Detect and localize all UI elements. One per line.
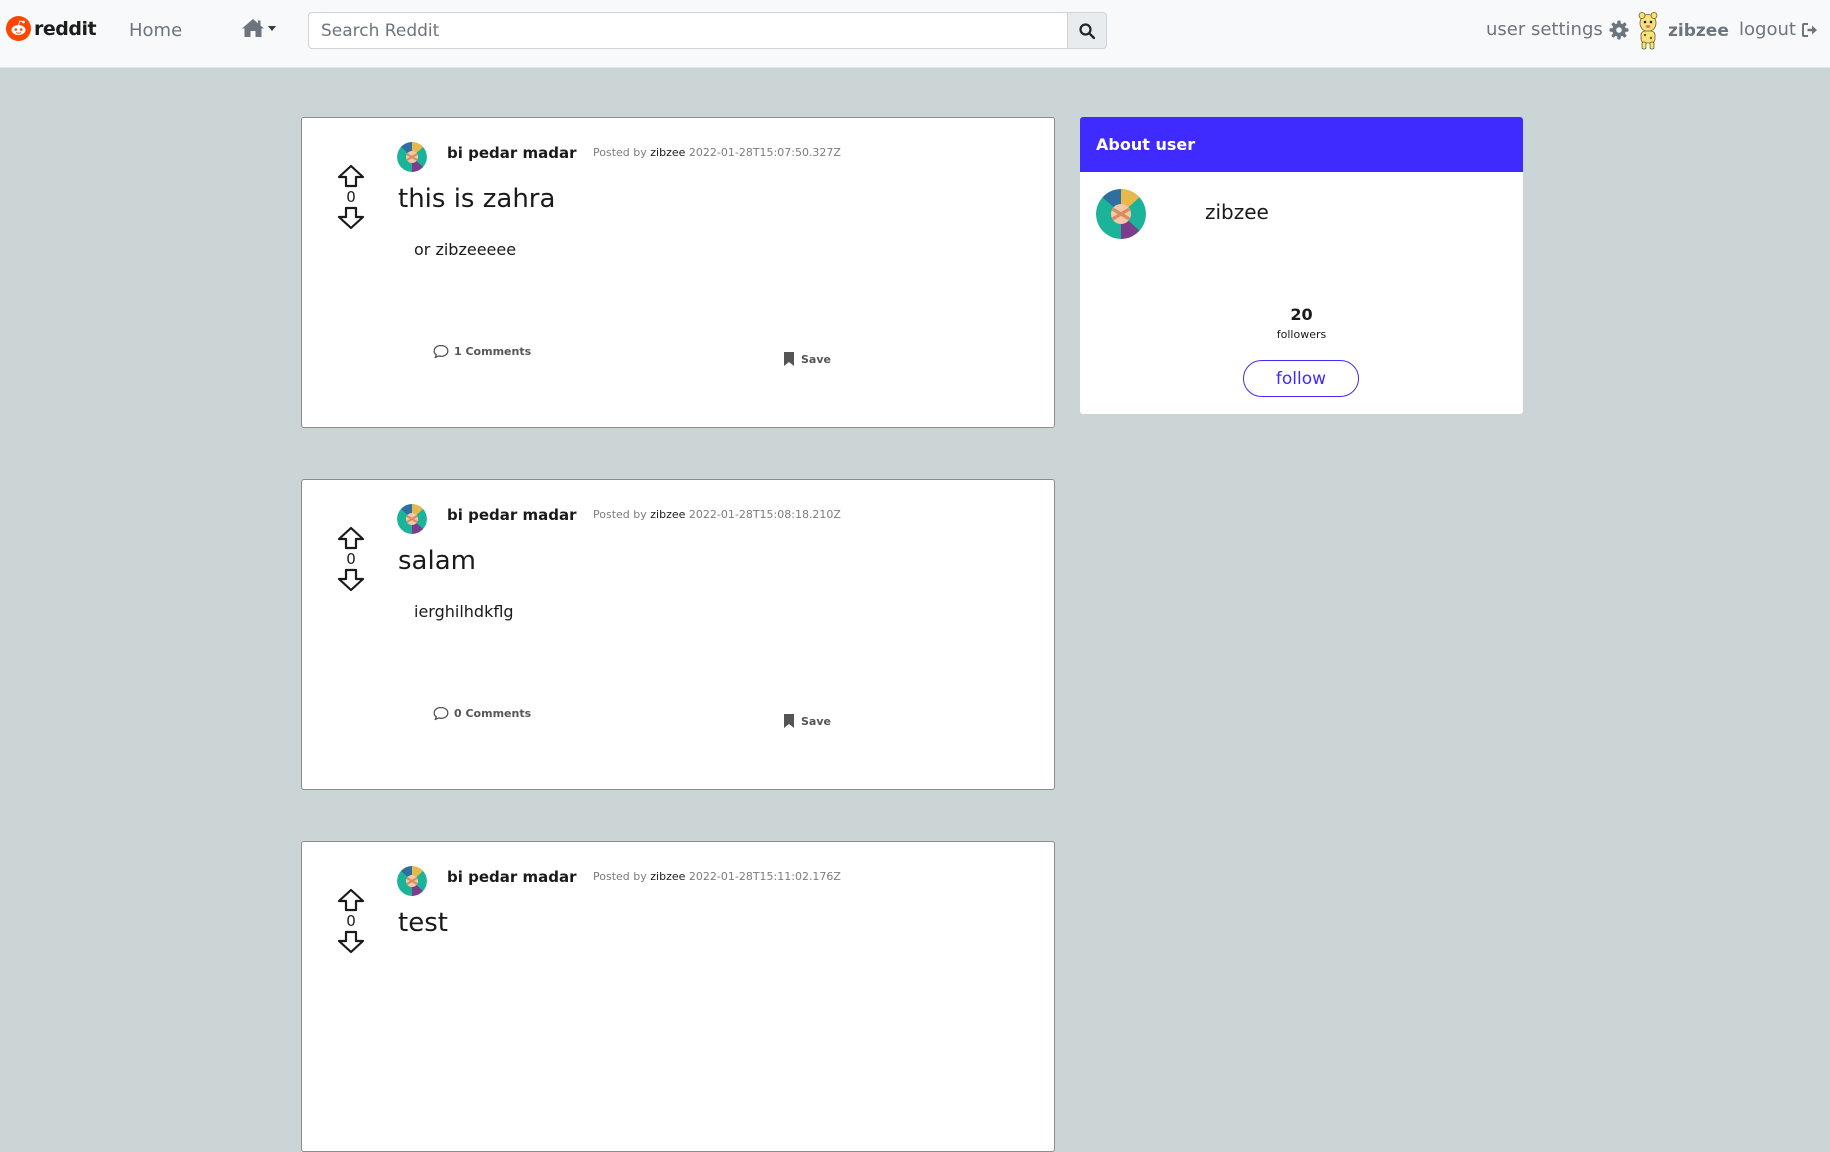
- comments-label: 0 Comments: [454, 707, 532, 720]
- subreddit-name[interactable]: bi pedar madar: [447, 506, 577, 524]
- navbar: reddit Home user settings: [0, 0, 1830, 68]
- upvote-icon[interactable]: [336, 526, 366, 550]
- home-icon: [242, 19, 264, 37]
- post-body: ierghilhdkflg: [414, 602, 514, 621]
- search-input[interactable]: [308, 12, 1068, 49]
- nav-username: zibzee: [1668, 21, 1729, 41]
- post-author[interactable]: zibzee: [650, 508, 685, 521]
- save-label: Save: [801, 352, 831, 366]
- about-user-header: About user: [1080, 117, 1523, 172]
- vote-panel: 0: [337, 888, 372, 954]
- post-title[interactable]: test: [398, 908, 448, 938]
- gear-icon: [1609, 20, 1629, 39]
- post-meta: Posted by zibzee 2022-01-28T15:07:50.327…: [593, 146, 841, 159]
- about-user-card: About user zibzee 20 followers follow: [1080, 117, 1523, 414]
- reddit-alien-icon: [6, 16, 31, 41]
- user-avatar: [1638, 12, 1658, 50]
- user-profile-link[interactable]: zibzee: [1636, 12, 1729, 50]
- user-settings-label: user settings: [1486, 19, 1603, 40]
- vote-panel: 0: [337, 526, 372, 592]
- post-card[interactable]: 0 bi pedar madar Posted by zibzee 2022-0…: [301, 479, 1055, 790]
- about-user-name: zibzee: [1205, 200, 1269, 224]
- save-label: Save: [801, 714, 831, 728]
- post-timestamp: 2022-01-28T15:08:18.210Z: [688, 508, 841, 521]
- subreddit-avatar[interactable]: [397, 142, 427, 172]
- save-button[interactable]: Save: [783, 713, 831, 729]
- post-author[interactable]: zibzee: [650, 146, 685, 159]
- downvote-icon[interactable]: [336, 206, 366, 230]
- subreddit-avatar[interactable]: [397, 504, 427, 534]
- home-dropdown-button[interactable]: [241, 18, 277, 38]
- comments-button[interactable]: 0 Comments: [433, 706, 531, 721]
- vote-count: 0: [346, 550, 356, 568]
- vote-count: 0: [346, 912, 356, 930]
- user-settings-link[interactable]: user settings: [1486, 19, 1629, 40]
- post-timestamp: 2022-01-28T15:11:02.176Z: [688, 870, 841, 883]
- search-bar: [308, 12, 1107, 49]
- followers-label: followers: [1276, 328, 1327, 341]
- comment-icon: [433, 706, 449, 721]
- posted-by-label: Posted by: [593, 508, 647, 521]
- post-title[interactable]: this is zahra: [398, 184, 555, 214]
- upvote-icon[interactable]: [336, 888, 366, 912]
- vote-count: 0: [346, 188, 356, 206]
- followers-count: 20: [1290, 305, 1313, 324]
- post-author[interactable]: zibzee: [650, 870, 685, 883]
- post-meta: Posted by zibzee 2022-01-28T15:08:18.210…: [593, 508, 841, 521]
- post-card[interactable]: 0 bi pedar madar Posted by zibzee 2022-0…: [301, 117, 1055, 428]
- subreddit-name[interactable]: bi pedar madar: [447, 144, 577, 162]
- post-title[interactable]: salam: [398, 546, 476, 576]
- about-user-avatar: [1096, 189, 1146, 239]
- bookmark-icon: [784, 352, 794, 366]
- post-meta: Posted by zibzee 2022-01-28T15:11:02.176…: [593, 870, 841, 883]
- logout-label: logout: [1739, 19, 1796, 40]
- post-card[interactable]: 0 bi pedar madar Posted by zibzee 2022-0…: [301, 841, 1055, 1152]
- bookmark-icon: [784, 714, 794, 728]
- post-timestamp: 2022-01-28T15:07:50.327Z: [688, 146, 841, 159]
- logo-text: reddit: [34, 17, 97, 40]
- about-user-title: About user: [1096, 135, 1196, 154]
- comments-label: 1 Comments: [454, 345, 532, 358]
- subreddit-avatar[interactable]: [397, 866, 427, 896]
- reddit-logo[interactable]: reddit: [6, 16, 97, 41]
- search-button[interactable]: [1068, 12, 1107, 49]
- vote-panel: 0: [337, 164, 372, 230]
- search-icon: [1079, 22, 1095, 39]
- nav-home-link[interactable]: Home: [129, 20, 182, 41]
- caret-down-icon: [268, 26, 276, 31]
- sign-out-icon: [1801, 22, 1817, 37]
- posted-by-label: Posted by: [593, 146, 647, 159]
- comments-button[interactable]: 1 Comments: [433, 344, 531, 359]
- follow-button[interactable]: follow: [1243, 360, 1359, 397]
- posted-by-label: Posted by: [593, 870, 647, 883]
- upvote-icon[interactable]: [336, 164, 366, 188]
- logout-button[interactable]: logout: [1739, 19, 1818, 40]
- post-body: or zibzeeeee: [414, 240, 517, 259]
- save-button[interactable]: Save: [783, 351, 831, 367]
- comment-icon: [433, 344, 449, 359]
- downvote-icon[interactable]: [336, 568, 366, 592]
- downvote-icon[interactable]: [336, 930, 366, 954]
- subreddit-name[interactable]: bi pedar madar: [447, 868, 577, 886]
